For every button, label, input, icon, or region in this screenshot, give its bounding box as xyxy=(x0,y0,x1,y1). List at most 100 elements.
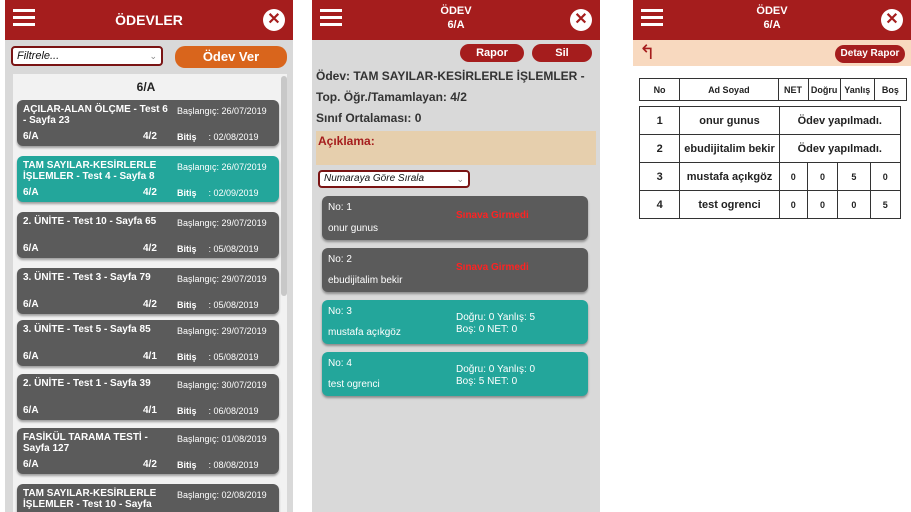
assignment-class: 6/A xyxy=(23,131,39,142)
score-line: Boş: 0 NET: 0 xyxy=(456,324,518,335)
student-number: No: 2 xyxy=(328,254,352,265)
assignment-card[interactable]: FASİKÜL TARAMA TESTİ - Sayfa 127 Başlangı… xyxy=(17,428,279,474)
assignment-card[interactable]: TAM SAYILAR-KESİRLERLE İŞLEMLER - Test 4… xyxy=(17,156,279,202)
assignment-class: 6/A xyxy=(23,299,39,310)
student-name: mustafa açıkgöz xyxy=(328,327,401,338)
assignment-class: 6/A xyxy=(23,187,39,198)
end-date: Bitiş: 05/08/2019 xyxy=(177,300,259,310)
filter-bar: Filtrele... ⌄ Ödev Ver xyxy=(5,40,293,70)
report-button[interactable]: Rapor xyxy=(460,44,524,62)
assignment-title: 3. ÜNİTE - Test 5 - Sayfa 85 xyxy=(23,324,151,335)
assignment-title: 3. ÜNİTE - Test 3 - Sayfa 79 xyxy=(23,272,151,283)
assignment-name: Ödev: TAM SAYILAR-KESİRLERLE İŞLEMLER - xyxy=(316,69,585,83)
start-date: Başlangıç: 02/08/2019 xyxy=(177,490,267,500)
end-date: Bitiş: 08/08/2019 xyxy=(177,460,259,470)
table-row: 1 onur gunus Ödev yapılmadı. xyxy=(638,106,902,135)
assignment-title: TAM SAYILAR-KESİRLERLE İŞLEMLER - Test 1… xyxy=(23,488,157,510)
completion-ratio: 4/2 xyxy=(143,459,157,470)
end-date: Bitiş: 02/09/2019 xyxy=(177,188,259,198)
completion-ratio: 4/2 xyxy=(143,243,157,254)
assignment-title: 2. ÜNİTE - Test 10 - Sayfa 65 xyxy=(23,216,157,227)
end-date: Bitiş: 05/08/2019 xyxy=(177,352,259,362)
status-badge: Sınava Girmedi xyxy=(456,262,529,273)
start-date: Başlangıç: 29/07/2019 xyxy=(177,326,267,336)
report-table: 1 onur gunus Ödev yapılmadı. 2 ebudijita… xyxy=(638,106,902,219)
assignments-screen: ÖDEVLER ✕ Filtrele... ⌄ Ödev Ver 6/A AÇIL… xyxy=(5,0,293,512)
completion-ratio: 4/2 xyxy=(143,299,157,310)
student-name: onur gunus xyxy=(328,223,379,234)
table-row: 3 mustafa açıkgöz 0 0 5 0 xyxy=(638,162,902,191)
assignment-title: AÇILAR-ALAN ÖLÇME - Test 6 - Sayfa 23 xyxy=(23,104,168,126)
delete-button[interactable]: Sil xyxy=(532,44,592,62)
class-label: 6/A xyxy=(136,80,156,94)
assignment-class: 6/A xyxy=(23,405,39,416)
assignment-title: FASİKÜL TARAMA TESTİ - Sayfa 127 xyxy=(23,432,148,454)
assignment-title: 2. ÜNİTE - Test 1 - Sayfa 39 xyxy=(23,378,151,389)
chevron-down-icon: ⌄ xyxy=(456,174,464,184)
filter-input[interactable]: Filtrele... ⌄ xyxy=(11,46,163,66)
status-badge: Sınava Girmedi xyxy=(456,210,529,221)
assign-homework-button[interactable]: Ödev Ver xyxy=(175,46,287,68)
sub-toolbar: ↰ Detay Rapor xyxy=(633,40,911,66)
app-header: ÖDEV 6/A ✕ xyxy=(312,0,600,40)
assignment-card[interactable]: 2. ÜNİTE - Test 1 - Sayfa 39 Başlangıç: 3… xyxy=(17,374,279,420)
back-arrow-icon[interactable]: ↰ xyxy=(639,43,656,63)
start-date: Başlangıç: 26/07/2019 xyxy=(177,162,267,172)
column-header: No xyxy=(638,78,681,101)
assignment-detail-screen: ÖDEV 6/A ✕ Rapor Sil Ödev: TAM SAYILAR-KE… xyxy=(312,0,600,512)
description-box: Açıklama: xyxy=(316,131,596,165)
assignment-card[interactable]: AÇILAR-ALAN ÖLÇME - Test 6 - Sayfa 23 Baş… xyxy=(17,100,279,146)
assignment-class: 6/A xyxy=(23,459,39,470)
assignment-card[interactable]: TAM SAYILAR-KESİRLERLE İŞLEMLER - Test 1… xyxy=(17,484,279,512)
chevron-down-icon: ⌄ xyxy=(149,51,157,61)
assignment-class: 6/A xyxy=(23,351,39,362)
student-number: No: 3 xyxy=(328,306,352,317)
student-name: ebudijitalim bekir xyxy=(328,275,403,286)
start-date: Başlangıç: 01/08/2019 xyxy=(177,434,267,444)
column-header: Boş xyxy=(873,78,908,101)
close-icon[interactable]: ✕ xyxy=(881,9,903,31)
assignment-title: TAM SAYILAR-KESİRLERLE İŞLEMLER - Test 4… xyxy=(23,160,157,182)
column-header: Ad Soyad xyxy=(679,78,779,101)
detail-report-screen: ÖDEV 6/A ✕ ↰ Detay Rapor No Ad Soyad NET … xyxy=(633,0,911,512)
completion-ratio: 4/1 xyxy=(143,405,157,416)
score-line: Boş: 5 NET: 0 xyxy=(456,376,518,387)
column-header: Doğru xyxy=(807,78,841,101)
assignment-class: 6/A xyxy=(23,243,39,254)
completion-ratio: 4/2 xyxy=(143,131,157,142)
completion-count: Top. Öğr./Tamamlayan: 4/2 xyxy=(316,90,467,104)
app-header: ÖDEV 6/A ✕ xyxy=(633,0,911,40)
action-bar: Rapor Sil xyxy=(312,40,600,64)
completion-ratio: 4/1 xyxy=(143,351,157,362)
assignment-card[interactable]: 3. ÜNİTE - Test 3 - Sayfa 79 Başlangıç: 2… xyxy=(17,268,279,314)
page-title: ÖDEVLER xyxy=(115,12,183,28)
student-card[interactable]: No: 3 mustafa açıkgöz Doğru: 0 Yanlış: 5 Bo… xyxy=(322,300,588,344)
end-date: Bitiş: 05/08/2019 xyxy=(177,244,259,254)
end-date: Bitiş: 02/08/2019 xyxy=(177,132,259,142)
start-date: Başlangıç: 29/07/2019 xyxy=(177,218,267,228)
student-card[interactable]: No: 4 test ogrenci Doğru: 0 Yanlış: 0 Boş: … xyxy=(322,352,588,396)
assignment-card[interactable]: 2. ÜNİTE - Test 10 - Sayfa 65 Başlangıç: … xyxy=(17,212,279,258)
start-date: Başlangıç: 29/07/2019 xyxy=(177,274,267,284)
student-card[interactable]: No: 2 ebudijitalim bekir Sınava Girmedi xyxy=(322,248,588,292)
column-header: NET xyxy=(777,78,809,101)
table-row: 4 test ogrenci 0 0 0 5 xyxy=(638,190,902,219)
score-line: Doğru: 0 Yanlış: 0 xyxy=(456,364,536,375)
student-number: No: 1 xyxy=(328,202,352,213)
page-title: ÖDEV 6/A xyxy=(756,5,788,31)
student-card[interactable]: No: 1 onur gunus Sınava Girmedi xyxy=(322,196,588,240)
score-line: Doğru: 0 Yanlış: 5 xyxy=(456,312,536,323)
table-row: 2 ebudijitalim bekir Ödev yapılmadı. xyxy=(638,134,902,163)
detail-report-button[interactable]: Detay Rapor xyxy=(835,45,905,63)
sort-select[interactable]: Numaraya Göre Sırala ⌄ xyxy=(318,170,470,188)
close-icon[interactable]: ✕ xyxy=(570,9,592,31)
start-date: Başlangıç: 30/07/2019 xyxy=(177,380,267,390)
close-icon[interactable]: ✕ xyxy=(263,9,285,31)
page-title: ÖDEV 6/A xyxy=(440,5,472,31)
class-average: Sınıf Ortalaması: 0 xyxy=(316,111,422,125)
app-header: ÖDEVLER ✕ xyxy=(5,0,293,40)
completion-ratio: 4/2 xyxy=(143,187,157,198)
scrollbar[interactable] xyxy=(281,76,287,296)
end-date: Bitiş: 06/08/2019 xyxy=(177,406,259,416)
assignment-card[interactable]: 3. ÜNİTE - Test 5 - Sayfa 85 Başlangıç: 2… xyxy=(17,320,279,366)
